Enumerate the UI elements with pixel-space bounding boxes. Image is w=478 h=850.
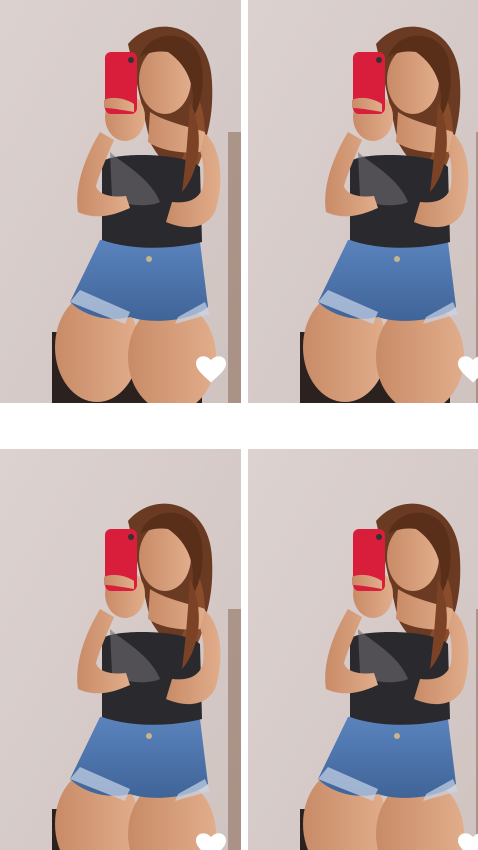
photo-tile-2[interactable] (248, 0, 478, 403)
heart-icon[interactable] (458, 356, 478, 384)
photo-tile-1[interactable] (0, 0, 241, 403)
heart-icon[interactable] (196, 833, 226, 850)
heart-icon[interactable] (196, 356, 226, 384)
photo-tile-3[interactable] (0, 409, 241, 850)
mirror-selfie-photo (248, 449, 478, 850)
mirror-selfie-photo (0, 449, 241, 850)
photo-tile-4[interactable] (248, 409, 478, 850)
photo-collage-grid (0, 0, 478, 850)
heart-icon[interactable] (458, 833, 478, 850)
mirror-selfie-photo (0, 0, 241, 403)
mirror-selfie-photo (248, 0, 478, 403)
